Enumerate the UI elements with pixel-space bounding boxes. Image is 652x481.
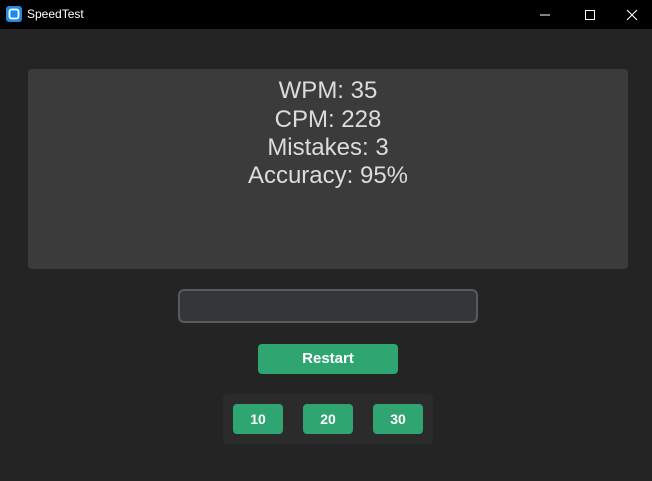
close-icon [626,9,638,21]
accuracy-result: Accuracy: 95% [247,162,409,189]
results-panel: WPM: 35 CPM: 228 Mistakes: 3 Accuracy: 9… [28,69,628,269]
duration-selector: 10 20 30 [223,394,433,444]
wpm-result: WPM: 35 [278,77,378,104]
typing-input[interactable] [178,289,478,323]
duration-10-button[interactable]: 10 [233,404,283,434]
close-button[interactable] [612,0,652,29]
minimize-button[interactable] [522,0,568,29]
maximize-icon [585,10,595,20]
duration-20-button[interactable]: 20 [303,404,353,434]
window-title: SpeedTest [27,7,84,21]
maximize-button[interactable] [567,0,613,29]
minimize-icon [540,14,550,16]
mistakes-result: Mistakes: 3 [267,134,389,161]
duration-30-button[interactable]: 30 [373,404,423,434]
app-window: SpeedTest WPM: 35 CPM: 228 Mistakes: 3 A… [0,0,652,481]
title-bar[interactable]: SpeedTest [0,0,652,29]
app-icon [6,6,22,22]
cpm-result: CPM: 228 [274,106,382,133]
restart-button[interactable]: Restart [258,344,398,374]
